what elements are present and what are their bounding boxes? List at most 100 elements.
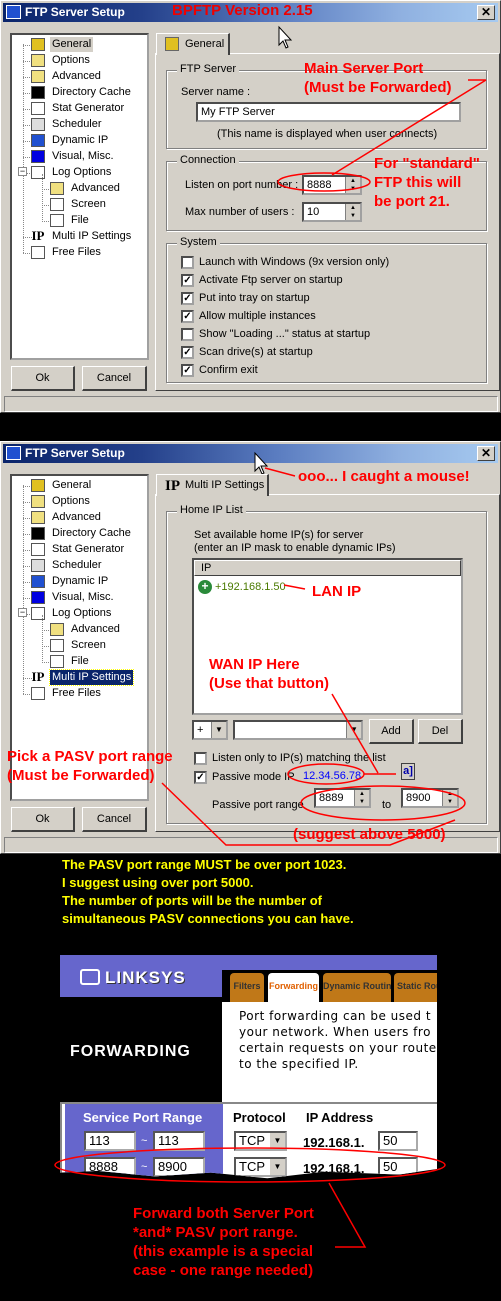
ip-last-octet-input[interactable]: 50 [378, 1157, 418, 1177]
close-button[interactable]: ✕ [477, 5, 495, 20]
annotation-standard-ftp: FTP this will [374, 174, 462, 191]
tree-item-label: Visual, Misc. [52, 591, 114, 603]
annotation-mouse: ooo... I caught a mouse! [298, 468, 470, 485]
tab-label: General [185, 38, 225, 50]
spin-arrows-icon[interactable]: ▲ ▼ [345, 177, 360, 193]
ok-button[interactable]: Ok [11, 366, 75, 391]
spin-arrows-icon[interactable]: ▲ ▼ [345, 204, 360, 220]
tab-general[interactable]: General [156, 33, 230, 55]
check-icon[interactable]: ✓ [181, 310, 194, 323]
tree-item-label: Dynamic IP [52, 134, 109, 146]
server-name-input[interactable]: My FTP Server [196, 102, 461, 122]
protocol-select[interactable]: TCP ▼ [234, 1131, 287, 1151]
tab-multi-ip-settings[interactable]: IP Multi IP Settings [156, 474, 269, 496]
arrow-line [328, 1182, 367, 1248]
system-group: System Launch with Windows (9x version on… [166, 236, 487, 383]
tab-label: Multi IP Settings [185, 479, 265, 491]
checkbox-box[interactable] [181, 256, 194, 269]
gear-icon [165, 37, 179, 51]
passive-ip-value[interactable]: 12.34.56.78 [303, 770, 361, 782]
port-to-spinner[interactable]: 8900 ▲ ▼ [401, 788, 459, 808]
add-button[interactable]: Add [369, 719, 414, 744]
tree-item-label: Screen [71, 639, 106, 651]
checkbox-label: Show "Loading ..." status at startup [199, 328, 371, 340]
port-from-input[interactable]: 113 [84, 1131, 136, 1151]
port-from-spinner[interactable]: 8889 ▲ ▼ [314, 788, 371, 808]
close-button[interactable]: ✕ [477, 446, 495, 461]
ip-last-octet-input[interactable]: 50 [378, 1131, 418, 1151]
app-icon [6, 446, 21, 460]
screen-log-icon [50, 198, 64, 211]
port-to-input[interactable]: 8900 [153, 1157, 205, 1177]
gear-icon [31, 38, 45, 51]
tree-item-label: Directory Cache [52, 527, 131, 539]
port-spinner[interactable]: 8888 ▲ ▼ [302, 175, 362, 195]
ip-prefix: 192.168.1. [303, 1135, 365, 1150]
ip-combo[interactable]: ▼ [233, 720, 363, 740]
ip-last-octet-input[interactable]: 0 [378, 1183, 418, 1195]
checkbox-box[interactable] [194, 752, 207, 765]
chevron-down-icon[interactable]: ▼ [211, 722, 226, 738]
document-clock-icon [31, 543, 45, 556]
port-from-input[interactable]: 2090 [84, 1183, 136, 1195]
tree-item-label: Scheduler [52, 118, 102, 130]
tab-filters[interactable]: Filters [230, 973, 264, 1003]
tree-item-label: Multi IP Settings [48, 669, 135, 686]
mask-combo[interactable]: + ▼ [192, 720, 228, 740]
port-to-input[interactable]: 113 [153, 1131, 205, 1151]
detect-ip-button[interactable]: a] [401, 763, 415, 780]
logo-text: LINKSYS [105, 968, 186, 987]
tab-forwarding[interactable]: Forwarding [268, 973, 319, 1005]
tab-static-routing[interactable]: Static Routing [394, 973, 437, 1003]
tree-item-label: Log Options [52, 607, 112, 619]
max-users-spinner[interactable]: 10 ▲ ▼ [302, 202, 362, 222]
tree-item-label: File [71, 655, 89, 667]
title-bar[interactable]: FTP Server Setup ✕ [3, 444, 498, 463]
checkbox-label: Confirm exit [199, 364, 258, 376]
collapse-icon[interactable]: − [18, 167, 27, 176]
check-icon[interactable]: ✓ [181, 364, 194, 377]
collapse-icon[interactable]: − [18, 608, 27, 617]
linksys-logo: LINKSYS [80, 968, 186, 988]
port-to-input[interactable] [153, 1183, 205, 1195]
tree-item-label: General [52, 479, 92, 491]
chevron-down-icon[interactable]: ▼ [270, 1159, 285, 1175]
spin-arrows-icon[interactable]: ▲ ▼ [442, 790, 457, 806]
del-button[interactable]: Del [418, 719, 463, 744]
to-label: to [382, 799, 392, 811]
check-icon[interactable]: ✓ [181, 346, 194, 359]
tree-item-label: Free Files [52, 246, 101, 258]
note-line: The PASV port range MUST be over port 10… [62, 857, 347, 872]
check-icon[interactable]: ✓ [194, 771, 207, 784]
tab-dynamic-routing[interactable]: Dynamic Routing [323, 973, 391, 1003]
ip-prefix: 192.168.1. [303, 1161, 365, 1176]
check-icon[interactable]: ✓ [181, 292, 194, 305]
gear-icon [31, 479, 45, 492]
tree-line [23, 485, 24, 694]
port-from-input[interactable]: 8888 [84, 1157, 136, 1177]
ok-button[interactable]: Ok [11, 807, 75, 832]
protocol-select[interactable]: Both ▼ [234, 1183, 287, 1195]
tree-item-label: Multi IP Settings [52, 230, 132, 242]
chevron-down-icon[interactable]: ▼ [346, 722, 361, 738]
checkbox-label: Allow multiple instances [199, 310, 316, 322]
cancel-button[interactable]: Cancel [82, 366, 147, 391]
cancel-button[interactable]: Cancel [82, 807, 147, 832]
tree-item-label: Visual, Misc. [52, 150, 114, 162]
chevron-down-icon[interactable]: ▼ [270, 1133, 285, 1149]
ip-column-header[interactable]: IP [194, 560, 461, 576]
group-label: Connection [177, 154, 239, 166]
window-title: FTP Server Setup [25, 446, 125, 460]
spin-arrows-icon[interactable]: ▲ ▼ [354, 790, 369, 806]
protocol-select[interactable]: TCP ▼ [234, 1157, 287, 1177]
ip-monitor-icon [31, 575, 45, 588]
tree-item-label: Stat Generator [52, 102, 125, 114]
chip-icon [31, 527, 45, 540]
ip-icon: IP [31, 228, 45, 243]
document-clock-icon [31, 102, 45, 115]
check-icon[interactable]: ✓ [181, 274, 194, 287]
checkbox-box[interactable] [181, 328, 194, 341]
forwarding-table: Service Port Range Protocol IP Address 1… [60, 1102, 437, 1195]
chevron-down-icon[interactable]: ▼ [270, 1185, 285, 1195]
tree-line [42, 174, 43, 222]
